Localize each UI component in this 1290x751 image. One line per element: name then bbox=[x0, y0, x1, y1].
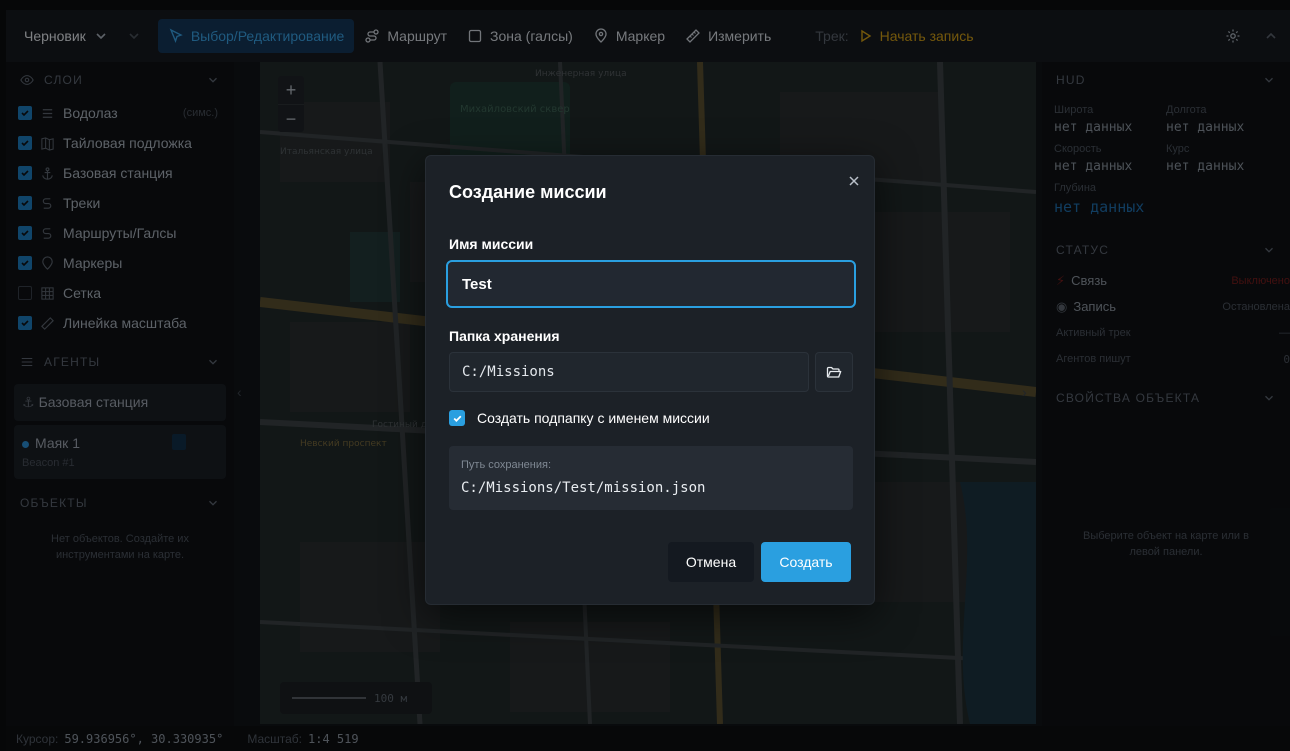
create-button[interactable]: Создать bbox=[761, 542, 851, 582]
storage-folder-label: Папка хранения bbox=[449, 328, 560, 344]
mission-name-input[interactable] bbox=[446, 260, 856, 308]
create-mission-dialog: Создание миссии Имя миссии Папка хранени… bbox=[425, 155, 875, 605]
browse-folder-button[interactable] bbox=[815, 352, 853, 392]
mission-name-label: Имя миссии bbox=[449, 236, 534, 252]
close-button[interactable] bbox=[844, 171, 864, 191]
folder-open-icon bbox=[826, 366, 842, 378]
check-icon bbox=[453, 415, 461, 422]
cancel-button[interactable]: Отмена bbox=[668, 542, 754, 582]
subfolder-checkbox[interactable] bbox=[449, 410, 465, 426]
close-icon bbox=[849, 176, 859, 186]
dialog-title: Создание миссии bbox=[449, 182, 607, 202]
save-path-box: Путь сохранения: C:/Missions/Test/missio… bbox=[449, 446, 853, 510]
save-path-label: Путь сохранения: bbox=[461, 459, 552, 471]
save-path-value: C:/Missions/Test/mission.json bbox=[461, 480, 706, 496]
storage-folder-input[interactable] bbox=[449, 352, 809, 392]
subfolder-label[interactable]: Создать подпапку с именем миссии bbox=[477, 410, 710, 426]
